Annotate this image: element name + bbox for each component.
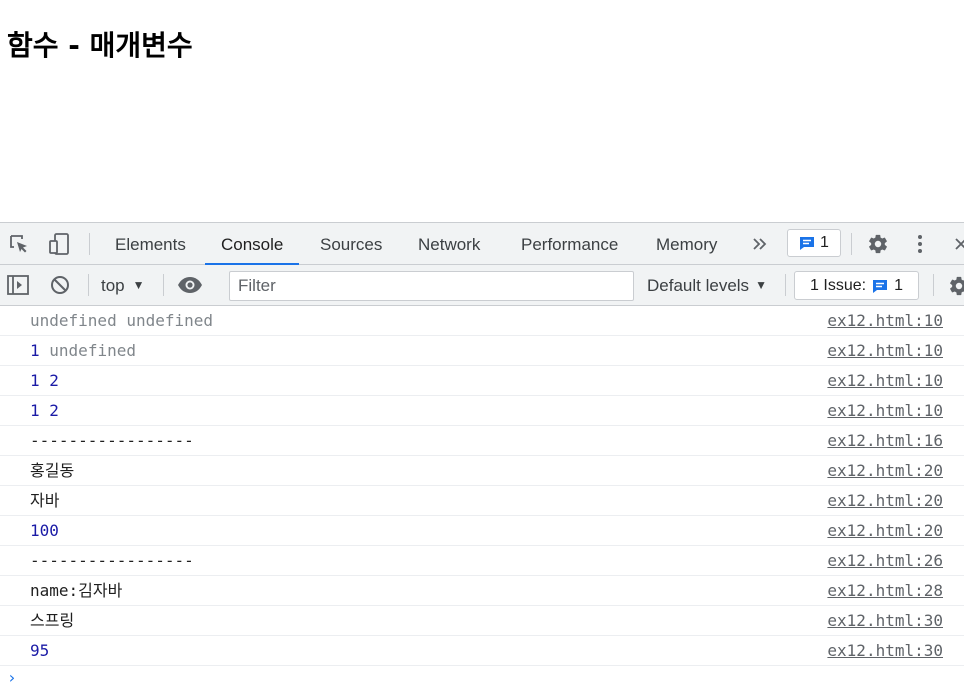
eye-icon[interactable] [177, 272, 203, 298]
toolbar-divider [88, 274, 89, 296]
toolbar-divider [785, 274, 786, 296]
issues-count: 1 [894, 276, 903, 294]
console-row: ----------------- ex12.html:16 [0, 426, 964, 456]
console-row: 홍길동 ex12.html:20 [0, 456, 964, 486]
console-message: 홍길동 [30, 456, 74, 486]
source-link[interactable]: ex12.html:20 [827, 516, 943, 546]
source-link[interactable]: ex12.html:10 [827, 306, 943, 336]
log-levels-label: Default levels [647, 276, 750, 295]
context-selector[interactable]: top ▼ [101, 265, 145, 305]
page-title: 함수 - 매개변수 [7, 29, 193, 62]
sidebar-toggle-icon[interactable] [5, 272, 31, 298]
console-message: 1 2 [30, 396, 59, 426]
tab-network[interactable]: Network [418, 223, 480, 264]
issues-button[interactable]: 1 Issue: 1 [794, 271, 919, 300]
console-message-part: 스프링 [30, 611, 75, 630]
filter-input[interactable] [229, 271, 634, 301]
message-icon [873, 279, 888, 293]
console-message: 95 [30, 636, 49, 666]
console-row: undefined undefined ex12.html:10 [0, 306, 964, 336]
console-message-part: ----------------- [30, 551, 194, 570]
tab-performance[interactable]: Performance [521, 223, 618, 264]
caret-down-icon: ▼ [132, 278, 145, 292]
tab-sources[interactable]: Sources [320, 223, 382, 264]
chevron-double-right-icon[interactable] [747, 231, 773, 257]
console-message: ----------------- [30, 546, 194, 576]
tab-elements[interactable]: Elements [115, 223, 186, 264]
console-message-part: name:김자바 [30, 581, 123, 600]
console-log: undefined undefined ex12.html:10 1 undefin… [0, 306, 964, 666]
console-message-part: undefined [49, 341, 136, 360]
source-link[interactable]: ex12.html:10 [827, 366, 943, 396]
console-row: 1 2 ex12.html:10 [0, 396, 964, 426]
console-message-part [40, 341, 50, 360]
tab-console[interactable]: Console [204, 223, 300, 265]
source-link[interactable]: ex12.html:10 [827, 396, 943, 426]
console-row: 100 ex12.html:20 [0, 516, 964, 546]
console-message: name:김자바 [30, 576, 122, 606]
inspect-element-icon[interactable] [6, 231, 32, 257]
console-row: ----------------- ex12.html:26 [0, 546, 964, 576]
console-message-part: 1 [30, 341, 40, 360]
console-message-part: 1 2 [30, 401, 59, 420]
close-icon[interactable] [948, 231, 964, 257]
toolbar-divider [163, 274, 164, 296]
toolbar-divider [933, 274, 934, 296]
caret-down-icon: ▼ [755, 278, 767, 292]
console-message: 1 2 [30, 366, 59, 396]
source-link[interactable]: ex12.html:28 [827, 576, 943, 606]
kebab-menu-icon[interactable] [907, 231, 933, 257]
source-link[interactable]: ex12.html:20 [827, 486, 943, 516]
devtools-tabbar: Elements Console Sources Network Perform… [0, 223, 964, 265]
gear-icon[interactable] [865, 231, 891, 257]
console-toolbar: top ▼ Default levels ▼ 1 Issue: 1 [0, 265, 964, 306]
context-label: top [101, 276, 125, 295]
source-link[interactable]: ex12.html:30 [827, 606, 943, 636]
tab-memory[interactable]: Memory [656, 223, 717, 264]
console-message: 100 [30, 516, 59, 546]
device-toolbar-icon[interactable] [46, 231, 72, 257]
console-row: 95 ex12.html:30 [0, 636, 964, 666]
console-message-part: 100 [30, 521, 59, 540]
message-icon [800, 237, 815, 250]
devtools-panel: Elements Console Sources Network Perform… [0, 222, 964, 697]
clear-console-icon[interactable] [47, 272, 73, 298]
toolbar-divider [89, 233, 90, 255]
console-message-part: 1 2 [30, 371, 59, 390]
messages-count: 1 [820, 234, 829, 251]
console-prompt[interactable]: › [7, 668, 17, 687]
source-link[interactable]: ex12.html:16 [827, 426, 943, 456]
console-row: 1 undefined ex12.html:10 [0, 336, 964, 366]
console-message-part: 자바 [30, 491, 60, 510]
console-row: 1 2 ex12.html:10 [0, 366, 964, 396]
console-message-part: undefined undefined [30, 311, 214, 330]
console-message: 스프링 [30, 606, 74, 636]
source-link[interactable]: ex12.html:20 [827, 456, 943, 486]
console-message: 1 undefined [30, 336, 136, 366]
console-message-part: ----------------- [30, 431, 194, 450]
source-link[interactable]: ex12.html:26 [827, 546, 943, 576]
console-message: 자바 [30, 486, 59, 516]
console-message: undefined undefined [30, 306, 213, 336]
console-message-part: 95 [30, 641, 50, 660]
console-row: 자바 ex12.html:20 [0, 486, 964, 516]
log-levels-dropdown[interactable]: Default levels ▼ [647, 265, 767, 305]
console-message: ----------------- [30, 426, 194, 456]
console-message-part: 홍길동 [30, 461, 75, 480]
console-row: 스프링 ex12.html:30 [0, 606, 964, 636]
console-row: name:김자바 ex12.html:28 [0, 576, 964, 606]
toolbar-divider [851, 233, 852, 255]
issues-label: 1 Issue: [810, 276, 867, 294]
source-link[interactable]: ex12.html:10 [827, 336, 943, 366]
messages-badge-button[interactable]: 1 [787, 229, 841, 257]
console-settings-gear-icon[interactable] [946, 273, 964, 299]
source-link[interactable]: ex12.html:30 [827, 636, 943, 666]
